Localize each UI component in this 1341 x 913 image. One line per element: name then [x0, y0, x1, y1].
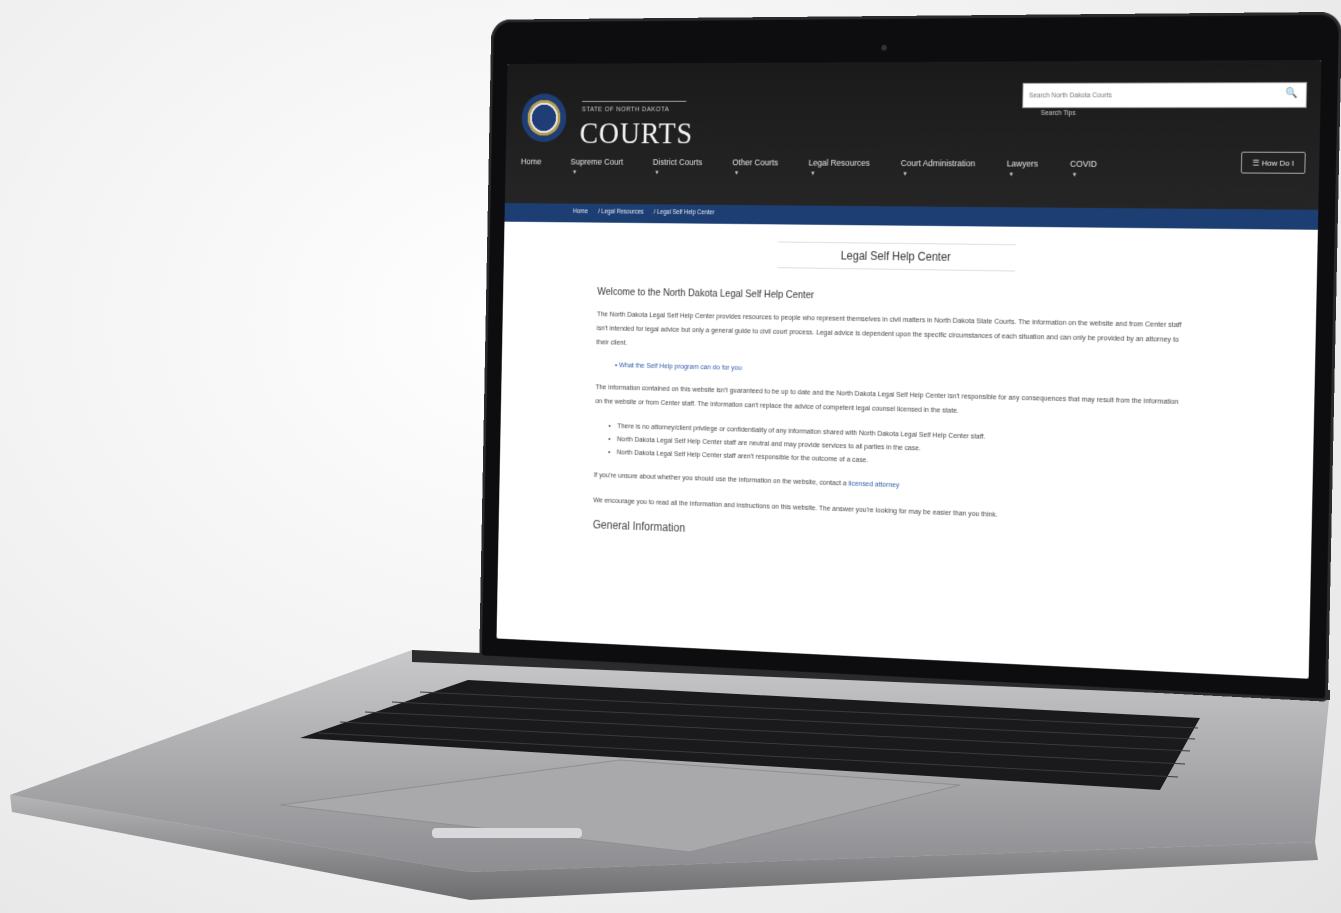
- breadcrumb-home[interactable]: Home: [573, 208, 588, 215]
- list-icon: ☰: [1252, 158, 1262, 168]
- chevron-down-icon: ▼: [1008, 172, 1014, 179]
- nav-home[interactable]: Home: [521, 157, 542, 166]
- webcam: [881, 44, 887, 51]
- search-input[interactable]: [1023, 90, 1280, 100]
- logo-rule: [582, 100, 687, 102]
- chevron-down-icon: ▼: [902, 171, 908, 178]
- how-do-i-button[interactable]: ☰ How Do I: [1240, 151, 1306, 174]
- breadcrumb-legal-resources[interactable]: / Legal Resources: [598, 209, 644, 216]
- breadcrumb: Home / Legal Resources / Legal Self Help…: [573, 208, 723, 216]
- nav-covid[interactable]: COVID ▼: [1070, 159, 1097, 179]
- main-content: Legal Self Help Center Welcome to the No…: [593, 223, 1192, 555]
- logo-state-text: STATE OF NORTH DAKOTA: [581, 106, 670, 114]
- nav-legal-resources[interactable]: Legal Resources ▼: [809, 158, 870, 177]
- program-link-list: • What the Self Help program can do for …: [615, 360, 1189, 382]
- page-title: Legal Self Help Center: [777, 241, 1016, 272]
- browser-screen: STATE OF NORTH DAKOTA COURTS 🔍 Search Ti…: [496, 60, 1322, 679]
- breadcrumb-current: / Legal Self Help Center: [653, 209, 715, 217]
- chevron-down-icon: ▼: [1071, 172, 1078, 179]
- chevron-down-icon: ▼: [572, 170, 578, 176]
- nav-supreme-court[interactable]: Supreme Court ▼: [570, 157, 623, 176]
- nav-lawyers[interactable]: Lawyers ▼: [1007, 159, 1038, 178]
- laptop-lid: STATE OF NORTH DAKOTA COURTS 🔍 Search Ti…: [479, 11, 1341, 702]
- program-link[interactable]: • What the Self Help program can do for …: [615, 360, 1189, 382]
- welcome-heading: Welcome to the North Dakota Legal Self H…: [597, 286, 815, 302]
- licensed-attorney-link[interactable]: licensed attorney: [848, 479, 899, 489]
- nav-other-courts[interactable]: Other Courts ▼: [732, 158, 778, 177]
- intro-paragraph: The North Dakota Legal Self Help Center …: [596, 309, 1182, 347]
- court-seal-logo[interactable]: [521, 93, 567, 143]
- search-icon[interactable]: 🔍: [1286, 88, 1298, 99]
- nav-district-courts[interactable]: District Courts ▼: [653, 157, 703, 176]
- search-tips-link[interactable]: Search Tips: [1041, 110, 1076, 117]
- chevron-down-icon: ▼: [654, 170, 660, 177]
- disclaimer-paragraph: The information contained on this websit…: [595, 382, 1179, 415]
- notice-list: There is no attorney/client privilege or…: [617, 420, 1188, 478]
- chevron-down-icon: ▼: [810, 171, 816, 178]
- search-box: 🔍: [1022, 82, 1308, 109]
- logo-courts-text[interactable]: COURTS: [579, 116, 693, 151]
- site-header: STATE OF NORTH DAKOTA COURTS 🔍 Search Ti…: [504, 60, 1322, 210]
- main-nav: Home Supreme Court ▼ District Courts ▼ Oth…: [521, 157, 1129, 179]
- nav-court-administration[interactable]: Court Administration ▼: [901, 158, 976, 177]
- chevron-down-icon: ▼: [733, 170, 740, 177]
